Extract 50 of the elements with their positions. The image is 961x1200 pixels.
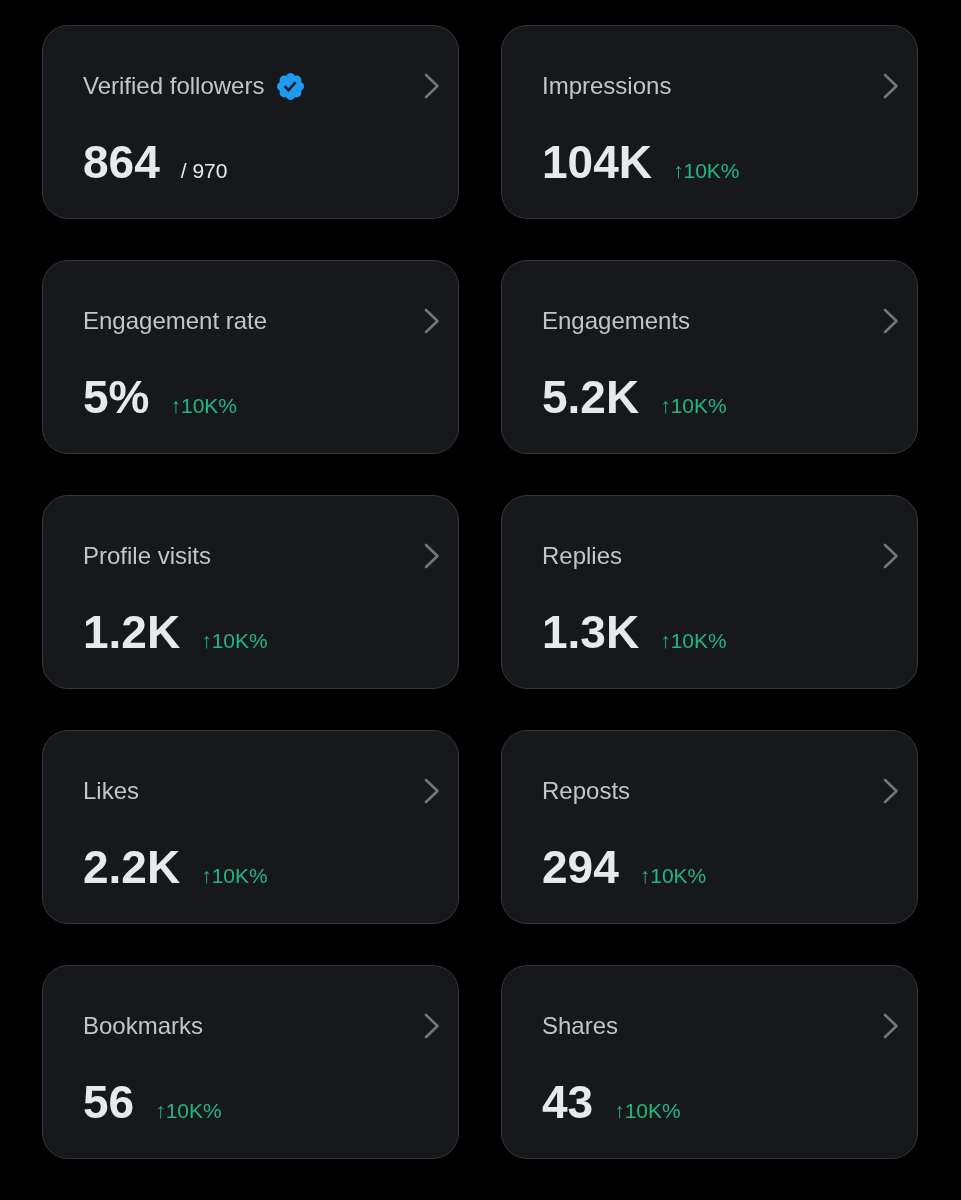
metric-value: 1.3K [542, 606, 640, 658]
metric-value: 104K [542, 136, 652, 188]
metric-title: Likes [83, 776, 140, 806]
metric-change: ↑10K% [639, 864, 707, 888]
metric-title: Impressions [542, 71, 672, 101]
metric-value: 5% [83, 371, 150, 423]
metric-card[interactable]: Impressions 104K ↑10K% [501, 25, 918, 219]
metric-value: 5.2K [542, 371, 640, 423]
metric-card[interactable]: Bookmarks 56 ↑10K% [42, 965, 459, 1159]
metric-title: Replies [542, 541, 623, 571]
metric-value: 2.2K [83, 841, 181, 893]
chevron-right-icon [424, 1013, 440, 1039]
metric-title: Reposts [542, 776, 631, 806]
chevron-right-icon [424, 778, 440, 804]
metric-change: ↑10K% [155, 1099, 222, 1123]
metric-card[interactable]: Replies 1.3K ↑10K% [501, 495, 918, 689]
metric-card[interactable]: Likes 2.2K ↑10K% [42, 730, 459, 924]
metric-total: / 970 [180, 159, 228, 183]
chevron-right-icon [883, 308, 899, 334]
metric-title: Engagements [542, 306, 691, 336]
chevron-right-icon [883, 1013, 899, 1039]
metric-change: ↑10K% [201, 629, 268, 653]
chevron-right-icon [883, 543, 899, 569]
metric-card[interactable]: Verified followers 864 / 970 [42, 25, 459, 219]
chevron-right-icon [883, 73, 899, 99]
metric-value: 294 [542, 841, 619, 893]
metric-change: ↑10K% [170, 394, 238, 418]
metric-change: ↑10K% [660, 629, 727, 653]
metric-change: ↑10K% [660, 394, 727, 418]
metric-value: 864 [83, 136, 160, 188]
metric-value: 56 [83, 1076, 135, 1128]
metric-value: 43 [542, 1076, 594, 1128]
chevron-right-icon [424, 73, 440, 99]
metric-title: Profile visits [83, 541, 212, 571]
chevron-right-icon [424, 308, 440, 334]
metric-change: ↑10K% [614, 1099, 681, 1123]
metric-title: Engagement rate [83, 306, 268, 336]
metric-card[interactable]: Profile visits 1.2K ↑10K% [42, 495, 459, 689]
metric-card[interactable]: Engagement rate 5% ↑10K% [42, 260, 459, 454]
chevron-right-icon [883, 778, 899, 804]
metric-change: ↑10K% [672, 159, 740, 183]
metric-title: Shares [542, 1011, 619, 1041]
metric-value: 1.2K [83, 606, 181, 658]
metric-change: ↑10K% [201, 864, 268, 888]
metric-card[interactable]: Shares 43 ↑10K% [501, 965, 918, 1159]
chevron-right-icon [424, 543, 440, 569]
metric-title: Bookmarks [83, 1011, 204, 1041]
metric-card[interactable]: Reposts 294 ↑10K% [501, 730, 918, 924]
metric-title: Verified followers [83, 71, 265, 101]
metric-card[interactable]: Engagements 5.2K ↑10K% [501, 260, 918, 454]
